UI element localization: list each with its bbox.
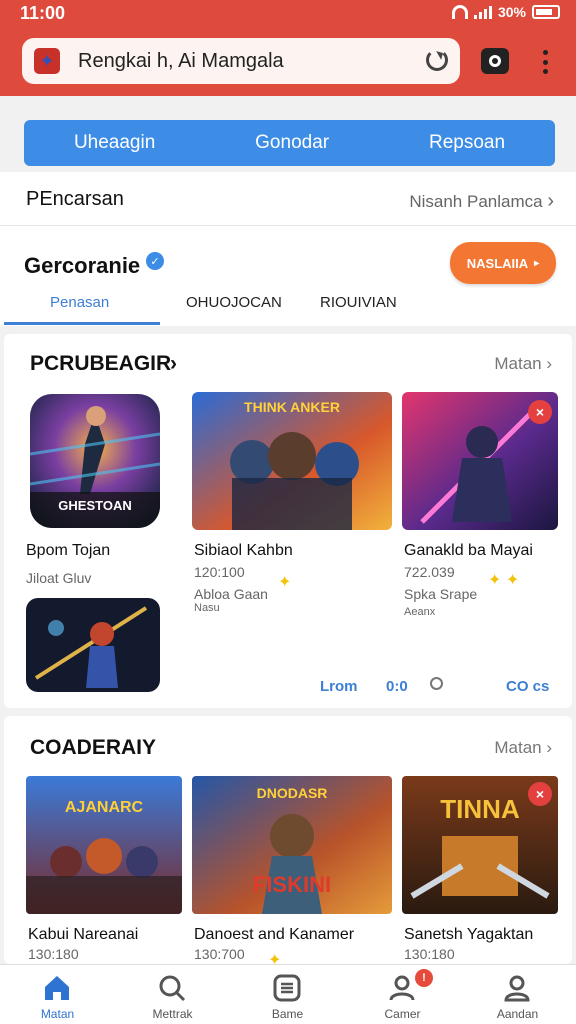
battery-icon [532, 5, 560, 19]
game-name[interactable]: Danoest and Kanamer [194, 926, 354, 944]
segmented-nav: Uheaagin Gonodar Repsoan [24, 120, 555, 166]
nav-item-account[interactable]: ! Camer [345, 965, 460, 1024]
status-bar: 11:00 30% [0, 0, 576, 28]
game-art: THINK ANKER [192, 392, 392, 530]
section-title: PCRUBEAGIR [30, 352, 172, 375]
list-icon [273, 974, 301, 1002]
tab-ohuojocan[interactable]: OHUOJOCAN [186, 294, 282, 311]
profile-name: Gercoranie [24, 253, 141, 278]
pager-prev-link[interactable]: Lrom [320, 678, 358, 695]
svg-text:GHESTOAN: GHESTOAN [58, 498, 131, 513]
game-meta: Spka Srape [404, 586, 478, 602]
profile-icon [504, 975, 530, 1002]
chevron-right-icon: › [547, 190, 554, 212]
game-thumb[interactable]: GHESTOAN [30, 394, 160, 528]
game-meta: Jiloat Gluv [26, 570, 92, 586]
game-meta: Abloa Gaan [194, 586, 268, 602]
active-tab-indicator [4, 322, 160, 325]
search-row-label: PEncarsan [26, 188, 124, 210]
svg-text:DNODASR: DNODASR [257, 785, 328, 801]
nav-item-list[interactable]: Bame [230, 965, 345, 1024]
more-menu-icon[interactable] [543, 50, 549, 74]
chevron-icon: ▸ [534, 257, 540, 269]
game-thumb[interactable]: AJANARC [26, 776, 182, 914]
status-time: 11:00 [20, 3, 66, 23]
tab-penasan[interactable]: Penasan [50, 294, 109, 311]
section-title: COADERAIY [30, 736, 157, 759]
game-meta: Aeanx [404, 606, 436, 618]
svg-text:THINK ANKER: THINK ANKER [244, 399, 340, 415]
svg-text:AJANARC: AJANARC [65, 799, 144, 816]
game-name[interactable]: Sanetsh Yagaktan [404, 926, 533, 944]
profile-tabs: Penasan OHUOJOCAN RIOUIVIAN [0, 286, 576, 326]
game-thumb[interactable] [26, 598, 160, 692]
tab-riouivian[interactable]: RIOUIVIAN [320, 294, 397, 311]
follow-button[interactable]: NASLAIIA ▸ [450, 242, 556, 284]
segment-1[interactable]: Uheaagin [74, 132, 155, 154]
game-name[interactable]: Ganakld ba Mayai [404, 542, 533, 560]
address-bar[interactable]: ✦ Rengkai h, Ai Mamgala [22, 38, 460, 84]
bottom-nav: Matan Mettrak Bame ! Camer Aandan [0, 964, 576, 1024]
search-icon [159, 975, 186, 1002]
site-favicon-icon: ✦ [34, 48, 60, 74]
home-icon [45, 976, 69, 1000]
game-name[interactable]: Kabui Nareanai [28, 926, 138, 944]
nav-item-home[interactable]: Matan [0, 965, 115, 1024]
battery-percent: 30% [497, 4, 526, 20]
pager-next-link[interactable]: CO cs [506, 678, 549, 695]
wifi-icon [451, 5, 468, 19]
section-card-2: COADERAIY Matan › AJANARC Kabui Nareanai… [4, 716, 572, 969]
game-art: DNODASR FISKINI [192, 776, 392, 914]
section-more-link[interactable]: Matan [494, 738, 541, 757]
url-text[interactable]: Rengkai h, Ai Mamgala [78, 50, 284, 73]
search-row-link[interactable]: Nisanh Panlamca [409, 192, 542, 211]
game-art: GHESTOAN [30, 394, 160, 528]
game-name[interactable]: Sibiaol Kahbn [194, 542, 293, 560]
signal-icon [473, 5, 492, 19]
close-icon[interactable]: × [528, 400, 552, 424]
browser-header: 11:00 30% ✦ Rengkai h, Ai Mamgala [0, 0, 576, 96]
reload-icon[interactable] [426, 49, 448, 71]
camera-icon[interactable] [481, 48, 509, 74]
section-more-link[interactable]: Matan [494, 354, 541, 373]
game-art: AJANARC [26, 776, 182, 914]
game-meta: 120:100 [194, 564, 245, 580]
verified-icon: ✓ [146, 252, 164, 270]
game-meta: 130:700 [194, 946, 245, 962]
nav-item-search[interactable]: Mettrak [115, 965, 230, 1024]
star-icon: ✦ [278, 574, 292, 591]
pager-dot-icon [430, 677, 443, 690]
pager-dots[interactable]: 0:0 [386, 678, 408, 695]
game-meta: 722.039 [404, 564, 455, 580]
star-icon: ✦ ✦ [488, 572, 520, 589]
game-meta: Nasu [194, 602, 220, 614]
close-icon[interactable]: × [528, 782, 552, 806]
section-card-1: PCRUBEAGIR › Matan › GHESTOAN Bpom Tojan… [4, 334, 572, 708]
section-title-chevron-icon: › [170, 352, 177, 375]
segment-3[interactable]: Repsoan [429, 132, 505, 154]
game-meta: 130:180 [404, 946, 455, 962]
game-art [26, 598, 160, 692]
user-icon [389, 975, 415, 1001]
game-name[interactable]: Bpom Tojan [26, 542, 110, 560]
game-meta: 130:180 [28, 946, 79, 962]
search-row[interactable]: PEncarsan Nisanh Panlamca › [0, 172, 576, 226]
game-thumb[interactable]: DNODASR FISKINI [192, 776, 392, 914]
nav-item-profile[interactable]: Aandan [460, 965, 575, 1024]
notification-badge: ! [415, 969, 433, 987]
svg-text:TINNA: TINNA [440, 794, 520, 824]
svg-text:FISKINI: FISKINI [253, 872, 331, 897]
game-thumb[interactable]: THINK ANKER [192, 392, 392, 530]
segment-2[interactable]: Gonodar [255, 132, 329, 154]
